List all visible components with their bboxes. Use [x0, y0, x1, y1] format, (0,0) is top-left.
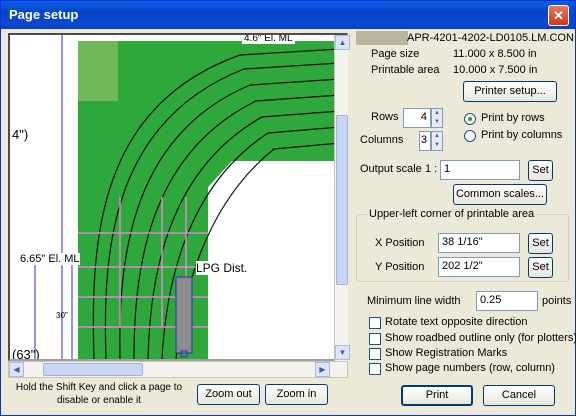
page-size-value: 11.000 x 8.500 in: [453, 48, 537, 60]
registration-marks-checkbox[interactable]: [369, 348, 381, 360]
upper-left-corner-title: Upper-left corner of printable area: [367, 208, 537, 220]
min-line-width-label: Minimum line width: [367, 295, 461, 307]
rotate-text-label[interactable]: Rotate text opposite direction: [385, 316, 527, 328]
preview-horizontal-scrollbar[interactable]: ◀ ▶: [8, 361, 348, 378]
output-scale-label: Output scale: [360, 163, 422, 175]
zoom-in-button[interactable]: Zoom in: [265, 384, 328, 405]
min-line-width-input[interactable]: 0.25: [476, 291, 538, 311]
preview-label-elev: 6.65" El. ML: [20, 253, 80, 265]
page-numbers-label[interactable]: Show page numbers (row, column): [385, 362, 555, 374]
rows-stepper[interactable]: ▲ ▼: [431, 108, 443, 128]
layout-preview[interactable]: 4.6" El. ML 4") 6.65" El. ML 30" (63") L…: [8, 33, 348, 361]
rows-label: Rows: [371, 111, 399, 123]
print-by-rows-radio[interactable]: [464, 113, 476, 125]
output-scale-prefix: 1 :: [425, 163, 438, 175]
preview-label-4: 4"): [12, 127, 29, 142]
printer-setup-button[interactable]: Printer setup...: [463, 81, 557, 102]
set-x-button[interactable]: Set: [528, 233, 553, 254]
preview-label-top: 4.6" El. ML: [242, 33, 295, 44]
cancel-button[interactable]: Cancel: [483, 385, 555, 406]
roadbed-outline-checkbox[interactable]: [369, 333, 381, 345]
shift-click-hint: Hold the Shift Key and click a page to d…: [15, 382, 183, 406]
preview-label-63: (63"): [12, 347, 40, 361]
rows-input[interactable]: 4: [403, 108, 431, 128]
x-position-input[interactable]: 38 1/16": [438, 233, 520, 253]
columns-label: Columns: [360, 134, 404, 146]
page-size-label: Page size: [371, 48, 420, 60]
file-name: APR-4201-4202-LD0105.LM.CON: [407, 32, 574, 44]
vertical-scroll-thumb[interactable]: [336, 115, 348, 285]
scroll-right-icon[interactable]: ▶: [315, 362, 330, 377]
y-position-input[interactable]: 202 1/2": [438, 257, 520, 277]
set-scale-button[interactable]: Set: [528, 160, 553, 181]
printable-area-value: 10.000 x 7.500 in: [453, 64, 538, 76]
print-button[interactable]: Print: [401, 385, 473, 406]
scroll-left-icon[interactable]: ◀: [9, 362, 24, 377]
common-scales-button[interactable]: Common scales...: [453, 184, 547, 205]
rotate-text-checkbox[interactable]: [369, 317, 381, 329]
print-by-columns-radio[interactable]: [464, 130, 476, 142]
columns-input[interactable]: 3: [419, 131, 431, 151]
close-icon[interactable]: ✕: [548, 5, 569, 26]
print-by-columns-label[interactable]: Print by columns: [481, 129, 562, 141]
lpg-building: [175, 276, 193, 354]
print-by-rows-label[interactable]: Print by rows: [481, 112, 545, 124]
columns-stepper[interactable]: ▲ ▼: [431, 131, 443, 151]
scroll-up-icon[interactable]: ▲: [335, 35, 350, 50]
x-position-label: X Position: [375, 237, 425, 249]
zoom-out-button[interactable]: Zoom out: [197, 384, 260, 405]
title-bar[interactable]: Page setup ✕: [1, 1, 575, 29]
page-numbers-checkbox[interactable]: [369, 363, 381, 375]
scroll-down-icon[interactable]: ▼: [335, 345, 350, 360]
window-title: Page setup: [9, 7, 79, 22]
preview-vertical-scrollbar[interactable]: ▲ ▼: [334, 35, 350, 361]
registration-marks-label[interactable]: Show Registration Marks: [385, 347, 507, 359]
min-line-width-unit: points: [542, 295, 572, 307]
printable-area-label: Printable area: [371, 64, 440, 76]
printer-swatch: [356, 31, 408, 45]
preview-label-lpg: LPG Dist.: [196, 261, 248, 275]
set-y-button[interactable]: Set: [528, 257, 553, 278]
preview-label-grade: 30": [56, 311, 68, 320]
output-scale-input[interactable]: 1: [440, 160, 520, 180]
page-setup-dialog: Page setup ✕ 4.6" El. ML 4") 6.65" El. M…: [0, 0, 576, 416]
roadbed-outline-label[interactable]: Show roadbed outline only (for plotters): [385, 332, 576, 344]
y-position-label: Y Position: [375, 261, 425, 273]
horizontal-scroll-thumb[interactable]: [43, 363, 143, 376]
